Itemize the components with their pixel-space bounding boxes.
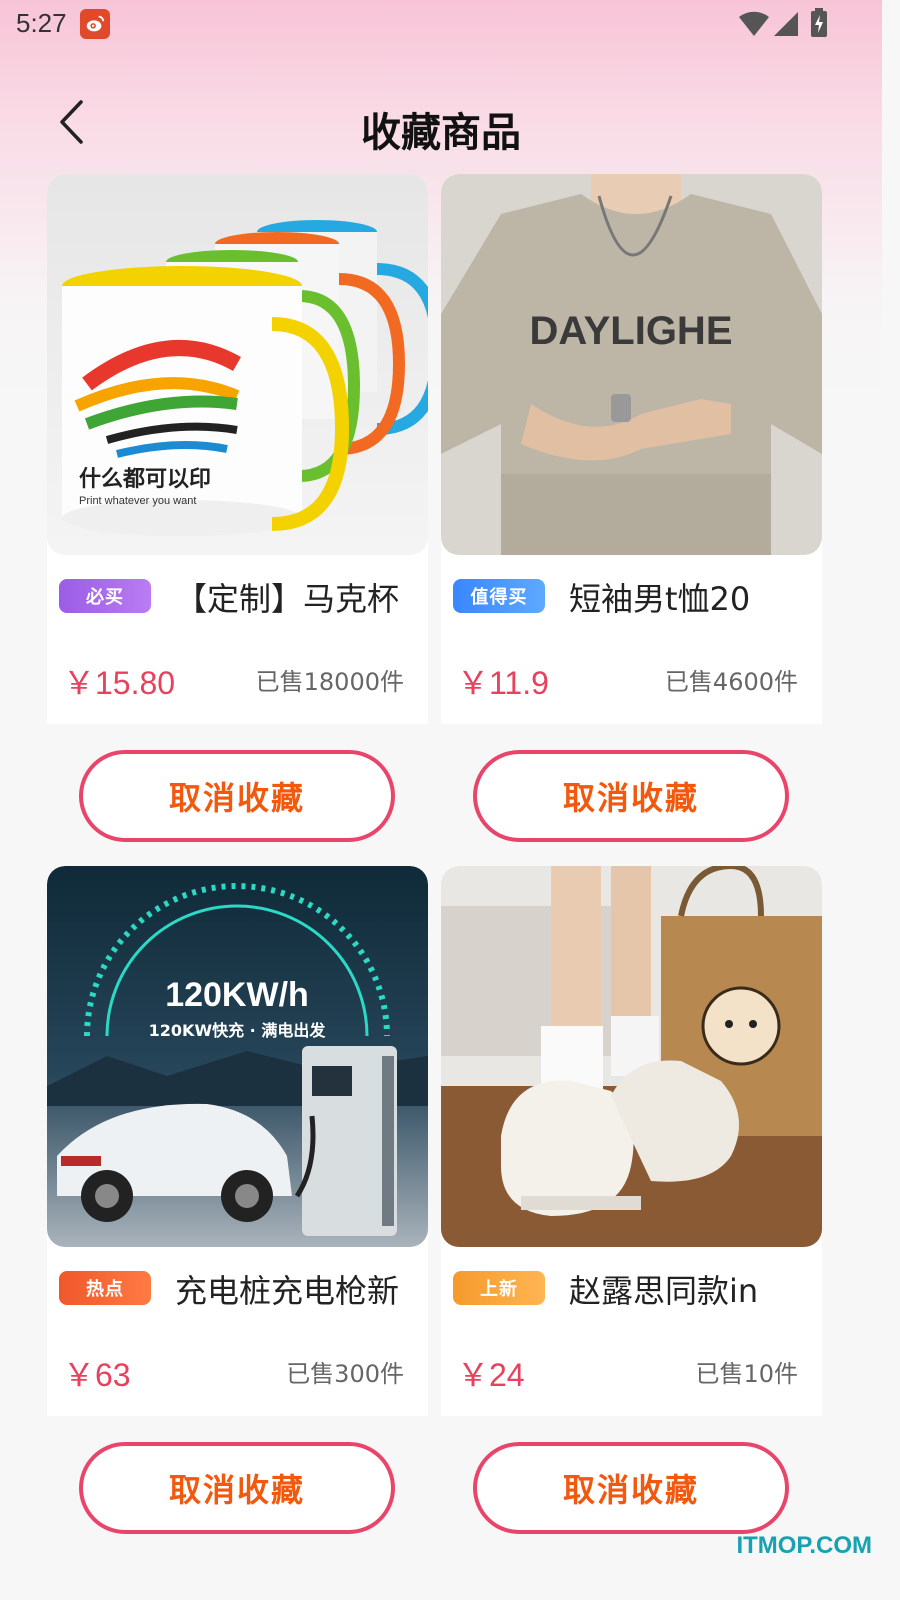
- product-image-mugs[interactable]: 什么都可以印 Print whatever you want: [47, 174, 428, 555]
- sold-count: 已售300件: [286, 1360, 404, 1388]
- product-tag: 上新: [453, 1271, 545, 1305]
- unfavorite-button[interactable]: 取消收藏: [473, 1442, 789, 1534]
- product-tag: 值得买: [453, 579, 545, 613]
- product-price: ￥24: [457, 1357, 525, 1393]
- unfavorite-button[interactable]: 取消收藏: [473, 750, 789, 842]
- product-image-ev-charger[interactable]: 120KW/h 120KW快充 · 满电出发: [47, 866, 428, 1247]
- battery-charging-icon: [811, 8, 827, 37]
- charger-headline: 120KW/h: [165, 976, 309, 1014]
- product-title[interactable]: 【定制】马克杯: [175, 574, 420, 620]
- wifi-icon: [739, 11, 769, 37]
- header-bar: 收藏商品: [0, 78, 882, 168]
- product-tag: 必买: [59, 579, 151, 613]
- mug-caption-en: Print whatever you want: [79, 495, 196, 507]
- sold-count: 已售18000件: [255, 668, 404, 696]
- charger-subline: 120KW快充 · 满电出发: [149, 1021, 327, 1040]
- tshirt-print-text: DAYLIGHE: [529, 309, 732, 353]
- product-price: ￥15.80: [63, 665, 176, 701]
- status-bar: 5:27: [0, 0, 882, 48]
- product-title[interactable]: 短袖男t恤20: [569, 574, 814, 620]
- product-title[interactable]: 赵露思同款in: [569, 1266, 814, 1312]
- sold-count: 已售10件: [695, 1360, 798, 1388]
- product-tag: 热点: [59, 1271, 151, 1305]
- product-card[interactable]: 什么都可以印 Print whatever you want 必买 【定制】马克…: [47, 174, 428, 724]
- page-title: 收藏商品: [361, 110, 521, 156]
- signal-icon: [774, 12, 798, 36]
- sold-count: 已售4600件: [664, 668, 798, 696]
- product-image-sneakers[interactable]: [441, 866, 822, 1247]
- product-price: ￥11.9: [457, 665, 549, 701]
- status-time: 5:27: [16, 8, 67, 38]
- unfavorite-button[interactable]: 取消收藏: [79, 1442, 395, 1534]
- product-card[interactable]: 上新 赵露思同款in ￥24 已售10件: [441, 866, 822, 1416]
- product-title[interactable]: 充电桩充电枪新: [175, 1266, 420, 1312]
- product-card[interactable]: DAYLIGHE 值得买 短袖男t恤20 ￥11.9 已售4600件: [441, 174, 822, 724]
- weibo-notification-icon: [80, 9, 110, 39]
- product-card[interactable]: 120KW/h 120KW快充 · 满电出发 热点 充电桩充电枪新 ￥63 已售…: [47, 866, 428, 1416]
- product-image-tshirt[interactable]: DAYLIGHE: [441, 174, 822, 555]
- product-price: ￥63: [63, 1357, 131, 1393]
- mug-caption: 什么都可以印: [79, 467, 211, 492]
- watermark: ITMOP.COM: [736, 1532, 872, 1559]
- favorites-page: 5:27 收藏商品 什么都可以印 Print whatever you want…: [0, 0, 882, 1568]
- unfavorite-button[interactable]: 取消收藏: [79, 750, 395, 842]
